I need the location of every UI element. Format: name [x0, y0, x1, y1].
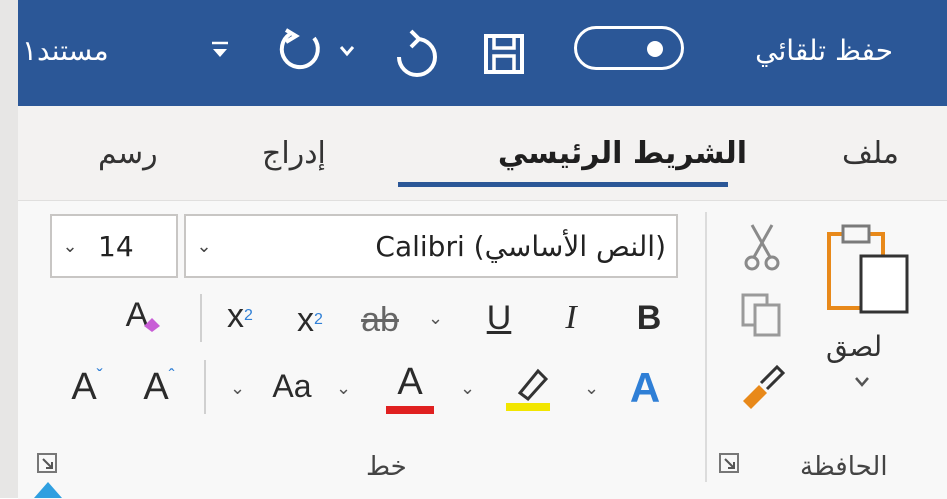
- highlight-button[interactable]: [500, 358, 556, 414]
- clipboard-group-label: الحافظة: [800, 452, 888, 482]
- font-color-dropdown-icon[interactable]: ⌄: [336, 378, 351, 399]
- tab-draw[interactable]: رسم: [98, 136, 158, 171]
- paste-icon[interactable]: [822, 218, 914, 318]
- size-separator: [204, 360, 206, 414]
- grow-font-glyph: A: [143, 365, 169, 408]
- paste-label[interactable]: لصق: [826, 330, 882, 363]
- font-size-box[interactable]: ⌄ 14: [50, 214, 178, 278]
- window-edge: [0, 0, 19, 498]
- shrink-caret-icon: ˇ: [96, 365, 103, 386]
- font-name-box[interactable]: ⌄ (النص الأساسي) Calibri: [184, 214, 678, 278]
- toggle-knob: [647, 41, 663, 57]
- bold-button[interactable]: B: [630, 296, 668, 340]
- underline-button[interactable]: U: [480, 296, 518, 340]
- format-separator: [200, 294, 202, 342]
- font-color-glyph: A: [397, 360, 423, 403]
- pointer-marker: [34, 482, 62, 498]
- highlight-dropdown-icon[interactable]: ⌄: [460, 378, 475, 399]
- cut-icon[interactable]: [740, 220, 784, 274]
- font-name-dropdown-icon[interactable]: ⌄: [186, 236, 222, 257]
- tab-file[interactable]: ملف: [842, 136, 899, 171]
- format-painter-icon[interactable]: [736, 360, 790, 414]
- paste-dropdown-icon[interactable]: [852, 374, 872, 390]
- shrink-font-button[interactable]: Aˇ: [62, 362, 112, 412]
- font-name-value: (النص الأساسي) Calibri: [375, 229, 666, 263]
- font-size-value: 14: [98, 229, 134, 263]
- undo-dropdown-icon[interactable]: [336, 40, 358, 62]
- text-effects-dropdown-icon[interactable]: ⌄: [584, 378, 599, 399]
- ribbon-tabs: ملف الشريط الرئيسي إدراج رسم: [18, 106, 947, 202]
- change-case-button[interactable]: Aa: [262, 364, 322, 408]
- word-window: مستند١ حفظ تلقائي ملف الشريط الرئيسي إدر…: [0, 0, 947, 499]
- clipboard-launcher-icon[interactable]: [718, 452, 740, 474]
- strikethrough-button[interactable]: ab: [352, 298, 408, 342]
- grow-font-button[interactable]: Aˆ: [134, 362, 184, 412]
- font-launcher-icon[interactable]: [36, 452, 58, 474]
- active-tab-indicator: [398, 182, 728, 187]
- font-color-bar: [386, 406, 434, 414]
- copy-icon[interactable]: [738, 290, 786, 340]
- superscript-x: x: [227, 296, 245, 335]
- underline-dropdown-icon[interactable]: ⌄: [428, 308, 443, 329]
- undo-icon[interactable]: [390, 28, 448, 78]
- document-title: مستند١: [22, 34, 109, 67]
- tab-home[interactable]: الشريط الرئيسي: [498, 136, 747, 171]
- superscript-button[interactable]: x2: [220, 294, 260, 338]
- eraser-icon: [144, 318, 161, 332]
- customize-quick-access-icon[interactable]: [208, 36, 232, 66]
- autosave-label: حفظ تلقائي: [755, 34, 893, 67]
- redo-icon[interactable]: [274, 24, 330, 80]
- italic-button[interactable]: I: [556, 296, 586, 340]
- subscript-button[interactable]: x2: [290, 298, 330, 342]
- subscript-x: x: [297, 300, 315, 339]
- font-size-dropdown-icon[interactable]: ⌄: [52, 236, 88, 257]
- shrink-font-glyph: A: [71, 365, 97, 408]
- title-bar: مستند١ حفظ تلقائي: [18, 0, 947, 106]
- text-effects-button[interactable]: A: [616, 360, 674, 416]
- grow-caret-icon: ˆ: [168, 365, 175, 386]
- font-color-button[interactable]: A: [382, 360, 436, 418]
- change-case-dropdown-icon[interactable]: ⌄: [230, 378, 245, 399]
- tab-insert[interactable]: إدراج: [262, 136, 326, 171]
- group-separator: [705, 212, 707, 482]
- font-group-label: خط: [366, 452, 407, 482]
- clear-formatting-button[interactable]: A: [116, 290, 172, 340]
- autosave-toggle[interactable]: [574, 26, 684, 70]
- save-icon[interactable]: [480, 30, 528, 78]
